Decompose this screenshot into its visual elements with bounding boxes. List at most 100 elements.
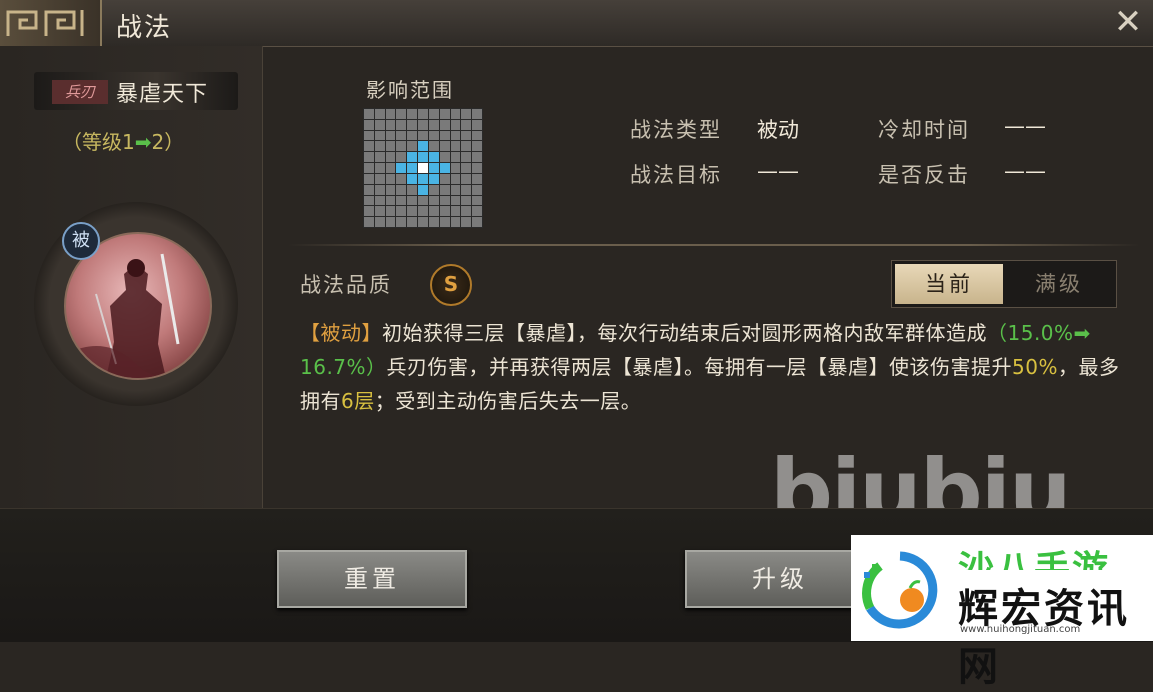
range-cell — [439, 217, 450, 227]
range-cell — [396, 130, 407, 141]
range-cell — [385, 217, 396, 227]
range-cell — [407, 119, 418, 130]
range-cell — [450, 173, 461, 184]
skill-target-value: —— — [757, 159, 799, 183]
upgrade-button[interactable]: 升级 — [685, 550, 875, 608]
range-cell — [364, 130, 374, 141]
range-cell — [396, 152, 407, 163]
range-cell — [396, 195, 407, 206]
range-cell — [374, 195, 385, 206]
range-cell — [364, 184, 374, 195]
range-cell — [472, 163, 482, 173]
skill-type-tag: 兵刃 — [52, 80, 108, 104]
range-cell — [439, 195, 450, 206]
desc-text-4: ；受到主动伤害后失去一层。 — [374, 389, 642, 413]
cooldown-value: —— — [1004, 114, 1046, 138]
range-cell — [385, 119, 396, 130]
range-cell — [374, 141, 385, 152]
range-cell — [407, 195, 418, 206]
range-cell — [461, 217, 472, 227]
logo-url: www.huihongjituan.com — [960, 624, 1081, 635]
range-cell — [407, 206, 418, 217]
range-cell — [472, 184, 482, 195]
desc-text-2: 兵刃伤害，并再获得两层【暴虐】。每拥有一层【暴虐】使该伤害提升 — [386, 355, 1013, 379]
range-cell — [450, 152, 461, 163]
title-bar — [0, 0, 1153, 47]
range-cell-hit — [396, 163, 407, 173]
range-cell — [428, 119, 439, 130]
range-cell — [385, 206, 396, 217]
level-arrow-icon: ➡ — [134, 130, 152, 154]
range-cell — [385, 109, 396, 119]
range-cell — [461, 163, 472, 173]
title-ornament-icon — [0, 0, 102, 46]
range-cell — [396, 109, 407, 119]
range-cell — [461, 130, 472, 141]
desc-bonus-pct: 50% — [1012, 355, 1058, 379]
tab-max-level[interactable]: 满级 — [1005, 264, 1113, 304]
range-cell — [439, 141, 450, 152]
range-cell — [472, 141, 482, 152]
range-cell — [428, 206, 439, 217]
range-cell-hit — [418, 152, 428, 163]
range-cell — [450, 163, 461, 173]
range-cell — [472, 152, 482, 163]
range-cell — [374, 152, 385, 163]
range-cell — [374, 163, 385, 173]
range-cell — [439, 184, 450, 195]
desc-passive-tag: 【被动】 — [300, 321, 382, 345]
range-cell — [472, 206, 482, 217]
reset-button[interactable]: 重置 — [277, 550, 467, 608]
range-cell — [364, 119, 374, 130]
range-cell — [439, 119, 450, 130]
range-cell-hit — [428, 163, 439, 173]
level-from: （等级1 — [62, 130, 135, 154]
site-logo-icon — [860, 550, 940, 630]
range-label: 影响范围 — [366, 78, 454, 102]
tab-current[interactable]: 当前 — [895, 264, 1003, 304]
range-cell — [428, 130, 439, 141]
range-cell — [418, 109, 428, 119]
range-cell — [461, 141, 472, 152]
range-cell — [374, 119, 385, 130]
range-cell — [439, 152, 450, 163]
range-cell — [428, 195, 439, 206]
level-to: 2） — [151, 130, 185, 154]
desc-pct-from: （15.0% — [987, 321, 1074, 345]
range-cell — [385, 141, 396, 152]
range-cell — [385, 173, 396, 184]
range-cell — [428, 184, 439, 195]
range-cell-hit — [418, 141, 428, 152]
range-cell — [450, 195, 461, 206]
range-cell — [472, 109, 482, 119]
range-cell — [374, 109, 385, 119]
range-cell — [418, 195, 428, 206]
range-cell — [461, 173, 472, 184]
range-cell — [396, 141, 407, 152]
range-cell — [364, 109, 374, 119]
cooldown-label: 冷却时间 — [878, 118, 970, 142]
range-cell — [472, 119, 482, 130]
range-cell — [407, 130, 418, 141]
range-cell — [364, 163, 374, 173]
range-cell — [418, 119, 428, 130]
range-cell — [407, 184, 418, 195]
range-cell — [428, 109, 439, 119]
range-cell — [364, 152, 374, 163]
range-cell — [396, 206, 407, 217]
range-cell — [461, 184, 472, 195]
divider — [288, 244, 1140, 246]
range-cell — [364, 141, 374, 152]
close-icon[interactable]: ✕ — [1108, 4, 1148, 42]
range-cell — [396, 184, 407, 195]
desc-pct-to: 16.7%） — [300, 355, 387, 379]
range-cell — [407, 141, 418, 152]
range-cell — [364, 206, 374, 217]
range-cell — [461, 206, 472, 217]
desc-text-1: 初始获得三层【暴虐】，每次行动结束后对圆形两格内敌军群体造成 — [382, 321, 987, 345]
quality-label: 战法品质 — [300, 273, 392, 297]
range-cell — [450, 109, 461, 119]
range-cell — [472, 217, 482, 227]
desc-arrow-icon: ➡ — [1073, 321, 1091, 345]
range-cell — [472, 130, 482, 141]
